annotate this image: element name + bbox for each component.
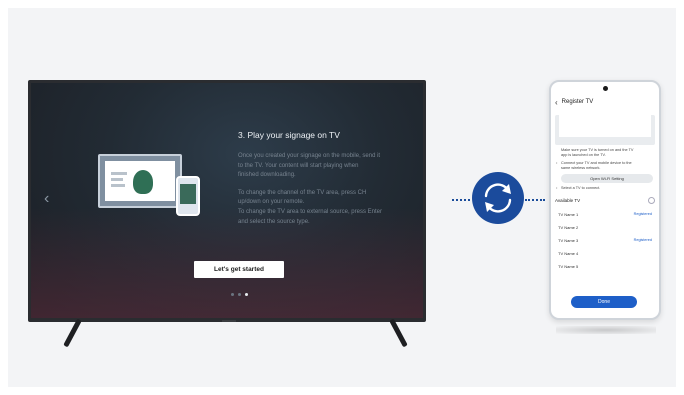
connector-line-right	[525, 199, 545, 201]
instruction-line: and select the source type.	[238, 218, 310, 225]
tv-instructions: 3. Play your signage on TV Once you crea…	[238, 130, 410, 235]
instruction-note-2: • Connect your TV and mobile device to t…	[555, 161, 655, 171]
page-indicator	[231, 293, 248, 296]
tv-list-item[interactable]: TV Name 2	[555, 225, 655, 230]
tv-name: TV Name 5	[558, 264, 579, 269]
phone: ‹ Register TV Make sure your TV is turne…	[549, 80, 661, 320]
monitor-illustration	[98, 154, 182, 208]
instruction-note-1: Make sure your TV is turned on and the T…	[555, 148, 655, 158]
instruction-paragraph-1: Once you created your signage on the mob…	[238, 152, 410, 181]
note-line: Connect your TV and mobile device to the	[561, 161, 632, 165]
tv-status: Registered	[633, 238, 652, 242]
instruction-line: finished downloading.	[238, 172, 296, 179]
chevron-left-icon[interactable]: ‹	[44, 190, 49, 208]
monitor-panel	[105, 161, 175, 201]
instruction-line: To change the channel of the TV area, pr…	[238, 189, 367, 196]
tv-name: TV Name 2	[558, 225, 579, 230]
mobile-illustration-screen	[180, 184, 196, 204]
page-dot[interactable]	[231, 293, 234, 296]
instruction-line: up/down on your remote.	[238, 199, 305, 206]
instruction-line: Once you created your signage on the mob…	[238, 153, 381, 159]
instruction-line: To change the TV area to external source…	[238, 208, 382, 215]
note-line: app is launched on the TV.	[561, 153, 606, 157]
tv-list-item[interactable]: TV Name 1 Registered	[555, 212, 655, 217]
phone-screen: ‹ Register TV Make sure your TV is turne…	[555, 90, 655, 269]
leaf-image	[133, 170, 153, 194]
available-tv-header: Available TV	[555, 197, 655, 204]
content-strip	[111, 178, 123, 181]
tv-name: TV Name 1	[558, 212, 579, 217]
phone-banner	[555, 115, 655, 145]
note-line: same wireless network.	[561, 166, 601, 170]
tv-name: TV Name 4	[558, 251, 579, 256]
note-line: Make sure your TV is turned on and the T…	[561, 148, 634, 152]
connector-line-left	[452, 199, 470, 201]
tv-logo-bar	[222, 320, 236, 322]
instruction-note-3: • Select a TV to connect.	[555, 186, 655, 191]
tv-status: Registered	[633, 212, 652, 216]
tv-list-item[interactable]: TV Name 5	[555, 264, 655, 269]
instruction-line: to the TV. Your content will start playi…	[238, 162, 359, 169]
back-icon[interactable]: ‹	[555, 98, 558, 107]
phone-banner-image	[559, 115, 651, 137]
content-strip	[111, 184, 125, 187]
tv-list-item[interactable]: TV Name 4	[555, 251, 655, 256]
note-line: Select a TV to connect.	[561, 186, 601, 190]
phone-shadow	[556, 326, 656, 334]
content-strip	[111, 172, 127, 175]
phone-header: ‹ Register TV	[555, 95, 655, 109]
step-title: 3. Play your signage on TV	[238, 130, 340, 140]
page-dot-active[interactable]	[245, 293, 248, 296]
refresh-icon[interactable]	[648, 197, 655, 204]
mobile-illustration	[176, 176, 200, 216]
bullet-icon: •	[556, 161, 558, 165]
tv-name: TV Name 3	[558, 238, 579, 243]
done-button[interactable]: Done	[571, 296, 637, 308]
bullet-icon: •	[556, 186, 558, 190]
phone-title: Register TV	[561, 99, 594, 105]
camera-icon	[603, 86, 608, 91]
open-wifi-setting-button[interactable]: Open Wi-Fi Setting	[561, 174, 653, 183]
instruction-paragraph-2: To change the channel of the TV area, pr…	[238, 189, 410, 227]
signage-illustration	[98, 154, 206, 216]
sync-icon	[472, 172, 524, 224]
tv-list-item[interactable]: TV Name 3 Registered	[555, 238, 655, 243]
lets-get-started-button[interactable]: Let's get started	[194, 261, 284, 278]
page-dot[interactable]	[238, 293, 241, 296]
available-tv-label: Available TV	[555, 198, 581, 203]
